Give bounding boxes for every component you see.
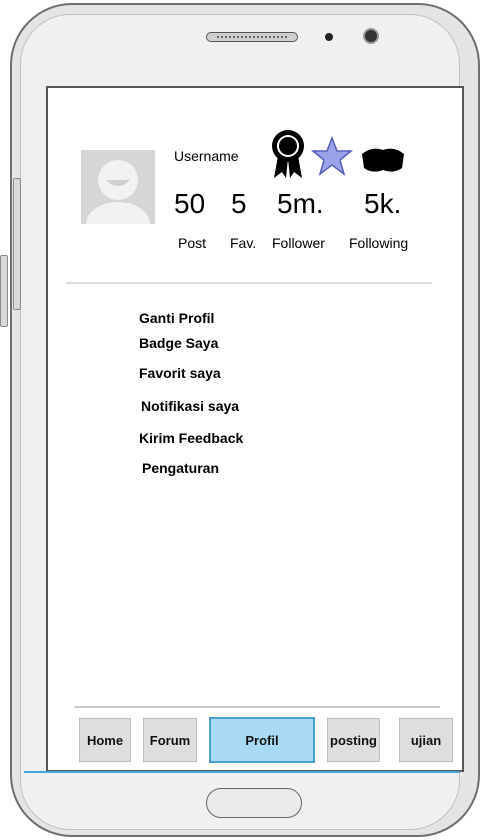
menu-item-ganti-profil[interactable]: Ganti Profil xyxy=(139,310,214,326)
post-label: Post xyxy=(178,235,207,251)
nav-forum-button[interactable]: Forum xyxy=(143,718,197,762)
menu-item-badge-saya[interactable]: Badge Saya xyxy=(139,335,218,351)
nav-profil-button[interactable]: Profil xyxy=(209,717,315,763)
nav-home-button[interactable]: Home xyxy=(79,718,131,762)
menu-item-favorit-saya[interactable]: Favorit saya xyxy=(139,365,221,381)
fav-count: 5 xyxy=(231,188,247,219)
shield-badge-icon xyxy=(362,148,404,172)
proximity-sensor xyxy=(325,33,333,41)
username-label: Username xyxy=(174,148,239,164)
front-camera xyxy=(363,28,379,44)
speaker-grille xyxy=(206,32,298,42)
user-silhouette-icon xyxy=(81,150,155,224)
ribbon-badge-icon xyxy=(272,130,304,178)
following-label: Following xyxy=(349,235,409,251)
volume-button xyxy=(13,178,21,310)
menu-item-kirim-feedback[interactable]: Kirim Feedback xyxy=(139,430,243,446)
nav-posting-button[interactable]: posting xyxy=(327,718,380,762)
accent-line xyxy=(24,771,460,773)
avatar[interactable] xyxy=(81,150,155,224)
fav-label: Fav. xyxy=(230,235,257,251)
menu-item-notifikasi-saya[interactable]: Notifikasi saya xyxy=(141,398,239,414)
menu-item-pengaturan[interactable]: Pengaturan xyxy=(142,460,219,476)
nav-divider xyxy=(74,706,440,708)
follower-label: Follower xyxy=(272,235,325,251)
nav-ujian-button[interactable]: ujian xyxy=(399,718,453,762)
power-button xyxy=(0,255,8,327)
profile-divider xyxy=(66,282,432,284)
star-badge-icon xyxy=(311,136,353,176)
following-count: 5k. xyxy=(364,188,402,219)
follower-count: 5m. xyxy=(277,188,324,219)
post-count: 50 xyxy=(174,188,206,219)
phone-home-button[interactable] xyxy=(206,788,302,818)
